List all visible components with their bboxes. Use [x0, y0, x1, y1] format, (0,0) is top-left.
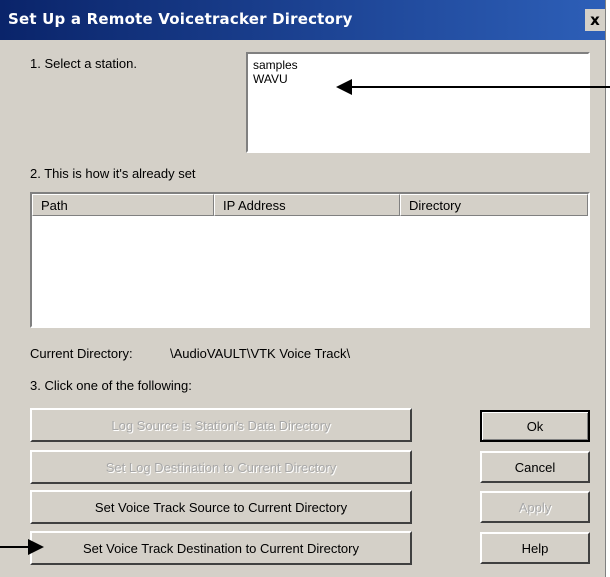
apply-button[interactable]: Apply: [480, 491, 590, 523]
column-header-directory[interactable]: Directory: [400, 194, 588, 216]
right-arrow-head: [28, 539, 44, 555]
current-directory-value: \AudioVAULT\VTK Voice Track\: [170, 346, 351, 361]
title-bar: Set Up a Remote Voicetracker Directory x: [0, 0, 605, 40]
help-button[interactable]: Help: [480, 532, 590, 564]
grid-header: Path IP Address Directory: [32, 194, 588, 216]
log-destination-button[interactable]: Set Log Destination to Current Directory: [30, 450, 412, 484]
station-item-samples[interactable]: samples: [253, 58, 583, 72]
step3-label: 3. Click one of the following:: [30, 378, 192, 393]
window-title: Set Up a Remote Voicetracker Directory: [8, 10, 353, 28]
left-arrow-head: [336, 79, 352, 95]
station-listbox[interactable]: samples WAVU: [246, 52, 590, 153]
voice-track-destination-button[interactable]: Set Voice Track Destination to Current D…: [30, 531, 412, 565]
ok-button[interactable]: Ok: [480, 410, 590, 442]
close-button[interactable]: x: [585, 9, 605, 31]
station-item-wavu[interactable]: WAVU: [253, 72, 583, 86]
settings-grid[interactable]: Path IP Address Directory: [30, 192, 590, 328]
column-header-ip-address[interactable]: IP Address: [214, 194, 400, 216]
step2-label: 2. This is how it's already set: [30, 166, 196, 181]
current-directory-label: Current Directory:: [30, 346, 133, 361]
log-source-button[interactable]: Log Source is Station's Data Directory: [30, 408, 412, 442]
column-header-path[interactable]: Path: [32, 194, 214, 216]
voice-track-source-button[interactable]: Set Voice Track Source to Current Direct…: [30, 490, 412, 524]
cancel-button[interactable]: Cancel: [480, 451, 590, 483]
left-arrow-shaft: [350, 86, 610, 88]
step1-label: 1. Select a station.: [30, 56, 137, 71]
right-arrow-shaft: [0, 546, 30, 548]
